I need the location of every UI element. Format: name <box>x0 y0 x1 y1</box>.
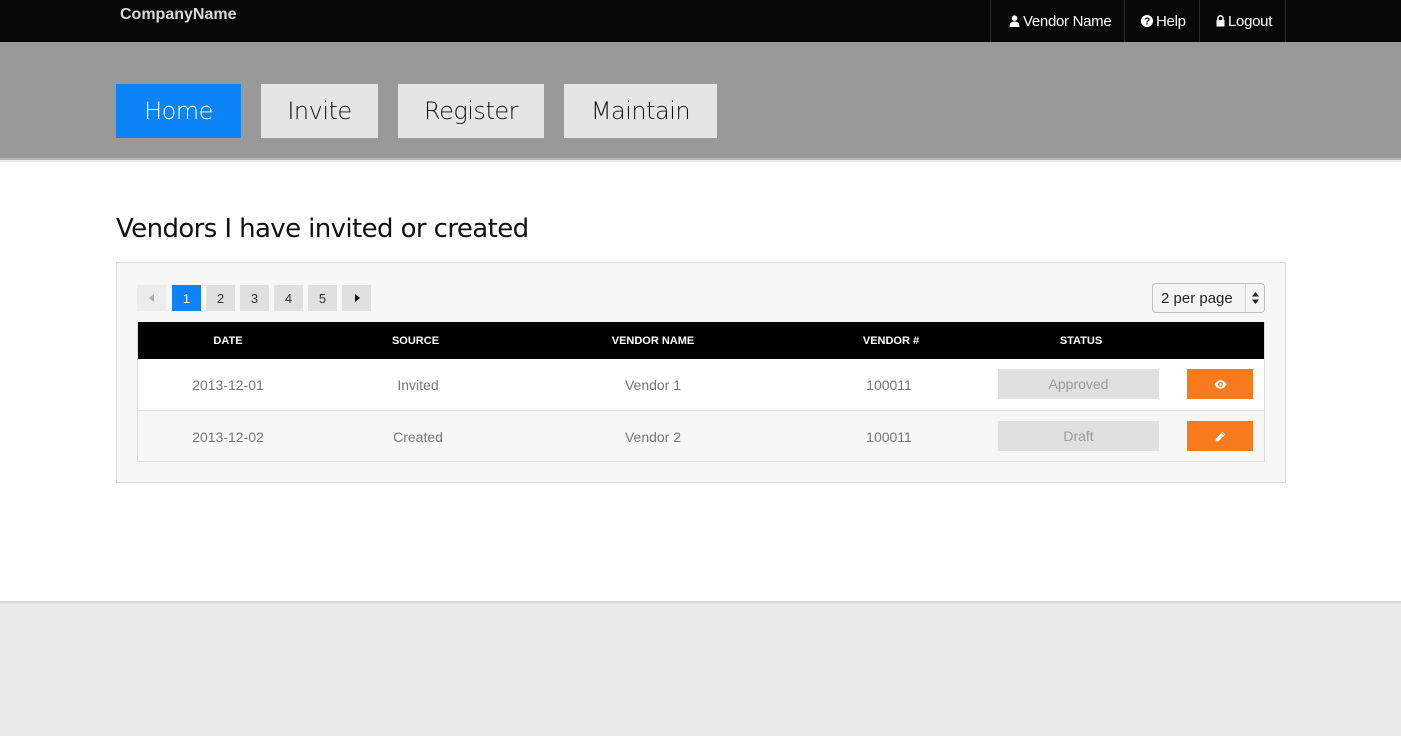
page-2-button[interactable]: 2 <box>206 285 235 311</box>
col-status: STATUS <box>1059 334 1103 347</box>
nav-register[interactable]: Register <box>398 84 544 138</box>
cell-vendor-name: Vendor 1 <box>624 376 682 393</box>
cell-vendor-number: 100011 <box>866 428 912 445</box>
page-1-button[interactable]: 1 <box>172 285 201 311</box>
page-title: Vendors I have invited or created <box>116 214 529 244</box>
main-nav-band: Home Invite Register Maintain <box>0 42 1401 160</box>
nav-home[interactable]: Home <box>116 84 241 138</box>
main-content: Vendors I have invited or created 1 2 3 … <box>0 162 1401 603</box>
status-badge: Approved <box>998 369 1159 399</box>
chevron-left-icon <box>148 294 154 302</box>
svg-text:?: ? <box>1144 17 1150 28</box>
logout-link[interactable]: Logout <box>1200 0 1286 42</box>
edit-button[interactable] <box>1187 421 1253 451</box>
lock-icon <box>1216 15 1225 27</box>
cell-date: 2013-12-02 <box>192 428 264 445</box>
footer <box>0 605 1401 736</box>
help-link[interactable]: ? Help <box>1125 0 1200 42</box>
next-page-button[interactable] <box>342 285 371 311</box>
page-5-button[interactable]: 5 <box>308 285 337 311</box>
top-bar: CompanyName Vendor Name ? Help Logout <box>0 0 1401 42</box>
brand-logo[interactable]: CompanyName <box>120 6 236 24</box>
col-date: DATE <box>213 334 243 347</box>
table-row: 2013-12-02 Created Vendor 2 100011 Draft <box>138 410 1264 461</box>
page-4-button[interactable]: 4 <box>274 285 303 311</box>
select-arrows-icon <box>1245 284 1264 312</box>
col-source: SOURCE <box>391 334 440 347</box>
question-circle-icon: ? <box>1141 15 1153 27</box>
top-nav: Vendor Name ? Help Logout <box>990 0 1286 42</box>
vendor-name-label: Vendor Name <box>1023 12 1112 30</box>
table-header: DATE SOURCE VENDOR NAME VENDOR # STATUS <box>138 322 1264 359</box>
nav-invite[interactable]: Invite <box>261 84 378 138</box>
prev-page-button[interactable] <box>137 285 166 311</box>
user-icon <box>1009 15 1020 27</box>
status-badge: Draft <box>998 421 1159 451</box>
col-vendor-number: VENDOR # <box>862 334 920 347</box>
vendors-table: DATE SOURCE VENDOR NAME VENDOR # STATUS … <box>137 322 1265 462</box>
pagination: 1 2 3 4 5 <box>137 285 376 311</box>
vendor-account-link[interactable]: Vendor Name <box>991 0 1125 42</box>
help-label: Help <box>1156 12 1186 30</box>
per-page-select[interactable]: 2 per page <box>1152 283 1265 313</box>
col-vendor-name: VENDOR NAME <box>611 334 695 347</box>
chevron-right-icon <box>354 294 360 302</box>
table-row: 2013-12-01 Invited Vendor 1 100011 Appro… <box>138 359 1264 410</box>
per-page-value: 2 per page <box>1161 289 1233 307</box>
view-button[interactable] <box>1187 369 1253 399</box>
cell-source: Invited <box>397 376 439 393</box>
cell-vendor-number: 100011 <box>866 376 912 393</box>
pencil-icon <box>1215 431 1225 441</box>
nav-maintain[interactable]: Maintain <box>564 84 717 138</box>
page-3-button[interactable]: 3 <box>240 285 269 311</box>
cell-date: 2013-12-01 <box>192 376 264 393</box>
logout-label: Logout <box>1228 12 1273 30</box>
vendors-panel: 1 2 3 4 5 2 per page DATE SOURCE VENDOR … <box>116 262 1286 483</box>
cell-source: Created <box>393 428 443 445</box>
cell-vendor-name: Vendor 2 <box>624 428 682 445</box>
eye-icon <box>1214 379 1226 389</box>
